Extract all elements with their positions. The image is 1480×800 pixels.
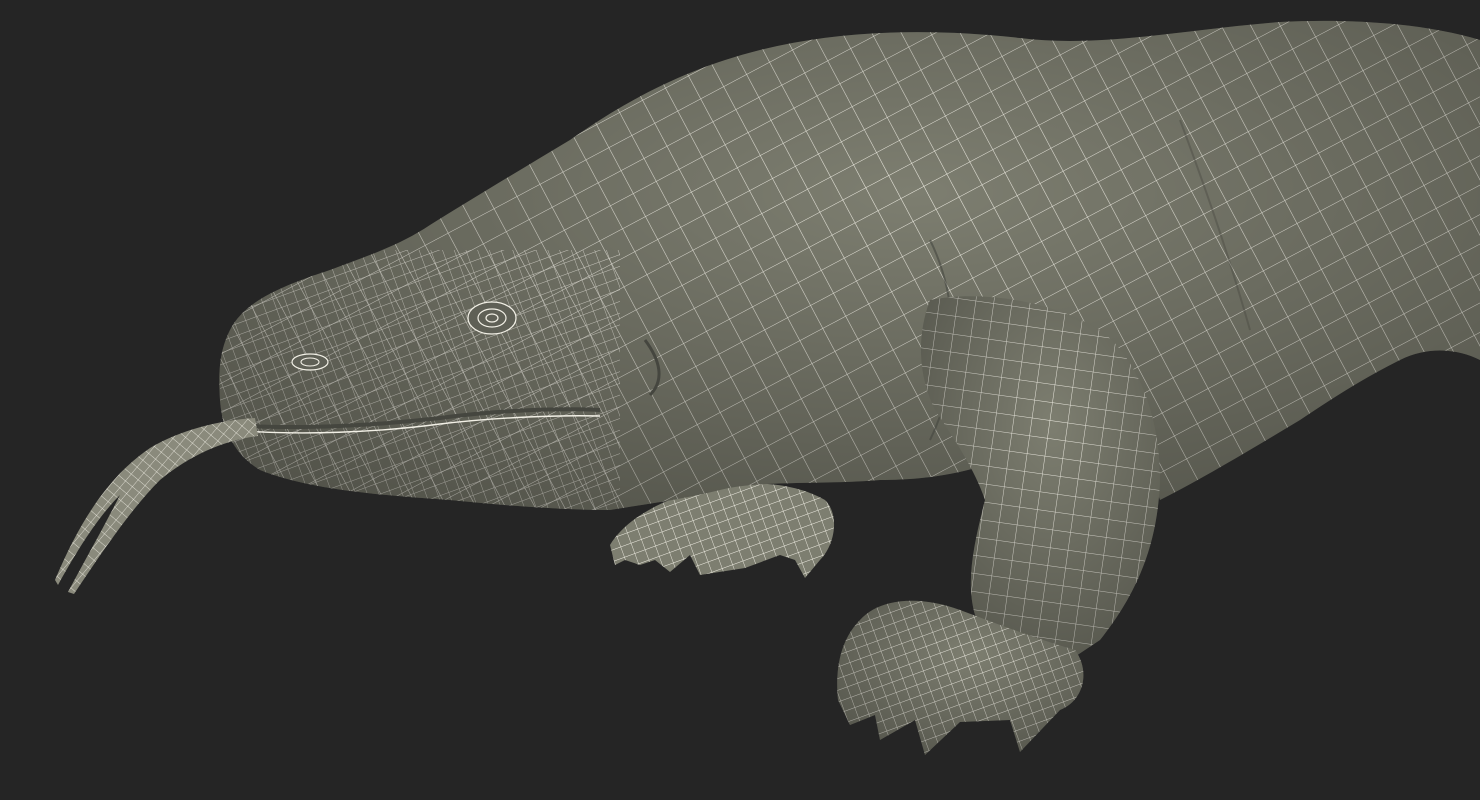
nostril — [291, 353, 329, 371]
forked-tongue — [55, 418, 258, 594]
lizard-body — [219, 20, 1480, 511]
komodo-dragon-wireframe-render — [55, 20, 1480, 755]
render-viewport — [0, 0, 1480, 800]
eye — [467, 301, 517, 335]
